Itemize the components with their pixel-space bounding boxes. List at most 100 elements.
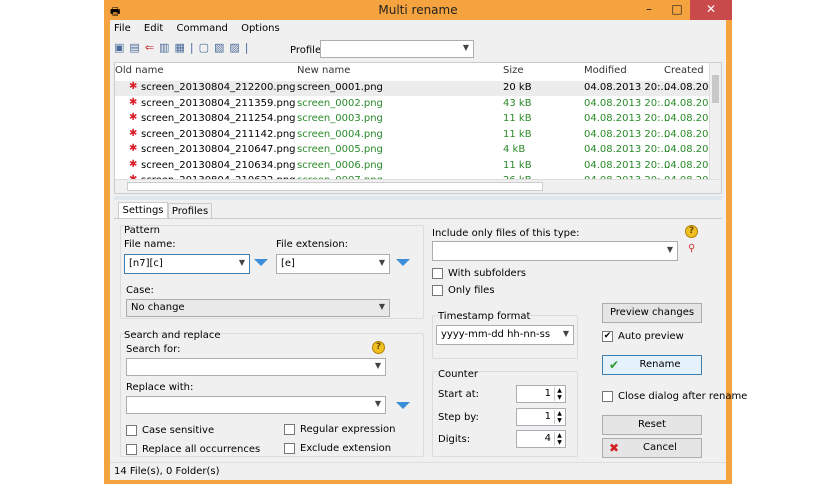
- status-bar: 14 File(s), 0 Folder(s): [110, 462, 726, 480]
- tab-settings[interactable]: Settings: [118, 202, 168, 219]
- file-type-input[interactable]: ▼: [432, 241, 678, 261]
- menu-edit[interactable]: Edit: [144, 23, 163, 34]
- replace-insert-icon[interactable]: [396, 402, 410, 409]
- cell-modified: 04.08.2013 20:...: [584, 82, 671, 93]
- table-row[interactable]: ✱ screen_20130804_212200.png screen_0001.p…: [115, 81, 712, 96]
- case-label: Case:: [126, 285, 154, 296]
- start-at-label: Start at:: [438, 389, 480, 400]
- step-by-spinner[interactable]: 1 ▲ ▼: [516, 408, 566, 426]
- filter-icon[interactable]: ▧: [214, 41, 229, 54]
- file-name-insert-icon[interactable]: [254, 259, 268, 266]
- cell-created: 04.08.2013 2: [664, 113, 712, 124]
- filter-picker-icon[interactable]: ⚲: [688, 243, 695, 254]
- table-row[interactable]: ✱ screen_20130804_211359.png screen_0002.p…: [115, 97, 712, 112]
- cell-modified: 04.08.2013 20:...: [584, 113, 671, 124]
- timestamp-title: Timestamp format: [438, 311, 531, 322]
- cell-old: screen_20130804_211359.png: [141, 97, 296, 109]
- cell-old: screen_20130804_211254.png: [141, 113, 296, 124]
- col-size[interactable]: Size: [503, 65, 524, 76]
- close-after-rename-label: Close dialog after rename: [618, 391, 748, 402]
- image-file-icon: ✱: [129, 112, 138, 123]
- auto-preview-checkbox[interactable]: ✔: [602, 331, 613, 342]
- scroll-thumb[interactable]: [712, 75, 719, 103]
- cell-modified: 04.08.2013 20:...: [584, 144, 671, 155]
- only-files-label: Only files: [448, 285, 495, 296]
- help-icon[interactable]: ?: [372, 341, 385, 354]
- h-scroll-thumb[interactable]: [127, 182, 543, 191]
- file-extension-insert-icon[interactable]: [396, 259, 410, 266]
- file-list[interactable]: Old name New name Size Modified Created …: [114, 62, 722, 194]
- case-select[interactable]: No change ▼: [126, 299, 390, 317]
- horizontal-scrollbar[interactable]: [115, 179, 721, 193]
- settings-panel: Pattern File name: [n7][c] ▼ File extensi…: [114, 218, 747, 462]
- filter-help-icon[interactable]: ?: [685, 225, 698, 238]
- cancel-button[interactable]: ✖ Cancel: [602, 438, 702, 458]
- add-files-icon[interactable]: ▣: [114, 41, 129, 54]
- toolbar: ▣▤⇐▥▦|▢▧▨|: [114, 41, 254, 54]
- rename-button[interactable]: ✔ Rename: [602, 355, 702, 375]
- move-down-icon[interactable]: ▦: [174, 41, 189, 54]
- cell-new: screen_0006.png: [297, 159, 383, 171]
- cell-new: screen_0002.png: [297, 97, 383, 109]
- close-after-rename-checkbox[interactable]: [602, 391, 613, 402]
- status-text: 14 File(s), 0 Folder(s): [114, 466, 220, 477]
- file-name-input[interactable]: [n7][c] ▼: [124, 254, 250, 274]
- case-sensitive-checkbox[interactable]: [126, 425, 137, 436]
- cell-size: 11 kB: [503, 113, 532, 124]
- preview-icon[interactable]: ▢: [199, 41, 214, 54]
- pattern-title: Pattern: [124, 225, 160, 236]
- maximize-button[interactable]: □: [664, 0, 690, 20]
- minimize-button[interactable]: –: [636, 0, 662, 20]
- col-new-name[interactable]: New name: [297, 65, 350, 76]
- add-folder-icon[interactable]: ▤: [129, 41, 144, 54]
- save-icon[interactable]: ▨: [229, 41, 244, 54]
- col-old-name[interactable]: Old name: [115, 65, 164, 76]
- table-row[interactable]: ✱ screen_20130804_210634.png screen_0006.p…: [115, 158, 712, 174]
- cell-old: screen_20130804_212200.png: [141, 82, 296, 93]
- menu-file[interactable]: File: [114, 23, 131, 34]
- file-type-label: Include only files of this type:: [432, 228, 580, 239]
- replace-all-checkbox[interactable]: [126, 444, 137, 455]
- vertical-scrollbar[interactable]: [709, 63, 721, 179]
- file-extension-input[interactable]: [e] ▼: [276, 254, 390, 274]
- splitter[interactable]: [114, 196, 722, 200]
- exclude-extension-checkbox[interactable]: [284, 443, 295, 454]
- with-subfolders-label: With subfolders: [448, 268, 527, 279]
- tab-profiles[interactable]: Profiles: [168, 203, 212, 219]
- checkmark-icon: ✔: [609, 358, 620, 372]
- reset-button[interactable]: Reset: [602, 415, 702, 435]
- x-icon: ✖: [609, 441, 620, 455]
- menu-options[interactable]: Options: [241, 23, 280, 34]
- exclude-extension-label: Exclude extension: [300, 443, 392, 454]
- regex-checkbox[interactable]: [284, 424, 295, 435]
- table-row[interactable]: ✱ screen_20130804_211142.png screen_0004.p…: [115, 128, 712, 143]
- cell-created: 04.08.2013 2: [664, 82, 712, 93]
- table-row[interactable]: ✱ screen_20130804_210647.png screen_0005.p…: [115, 143, 712, 158]
- col-modified[interactable]: Modified: [584, 65, 627, 76]
- table-row[interactable]: ✱ screen_20130804_211254.png screen_0003.p…: [115, 112, 712, 127]
- cell-old: screen_20130804_210634.png: [141, 159, 296, 171]
- with-subfolders-checkbox[interactable]: [432, 268, 443, 279]
- search-for-input[interactable]: ▼: [126, 358, 386, 376]
- close-button[interactable]: ✕: [690, 0, 732, 20]
- cell-old: screen_20130804_211142.png: [141, 128, 296, 140]
- col-created[interactable]: Created: [664, 65, 704, 76]
- replace-all-label: Replace all occurrences: [142, 444, 261, 455]
- remove-icon[interactable]: ⇐: [145, 41, 159, 54]
- start-at-spinner[interactable]: 1 ▲ ▼: [516, 385, 566, 403]
- move-up-icon[interactable]: ▥: [159, 41, 174, 54]
- menu-bar: File Edit Command Options: [114, 23, 290, 34]
- replace-with-input[interactable]: ▼: [126, 396, 386, 414]
- cell-old: screen_20130804_210647.png: [141, 144, 296, 155]
- cell-size: 4 kB: [503, 144, 526, 155]
- profile-select[interactable]: ▼: [320, 40, 474, 58]
- only-files-checkbox[interactable]: [432, 285, 443, 296]
- timestamp-select[interactable]: yyyy-mm-dd hh-nn-ss ▼: [436, 325, 574, 345]
- menu-command[interactable]: Command: [176, 23, 227, 34]
- case-sensitive-label: Case sensitive: [142, 425, 215, 436]
- image-file-icon: ✱: [129, 158, 138, 170]
- cell-new: screen_0001.png: [297, 82, 383, 93]
- digits-spinner[interactable]: 4 ▲ ▼: [516, 430, 566, 448]
- client-area: File Edit Command Options ▣▤⇐▥▦|▢▧▨| Pro…: [110, 20, 747, 480]
- preview-changes-button[interactable]: Preview changes: [602, 303, 702, 323]
